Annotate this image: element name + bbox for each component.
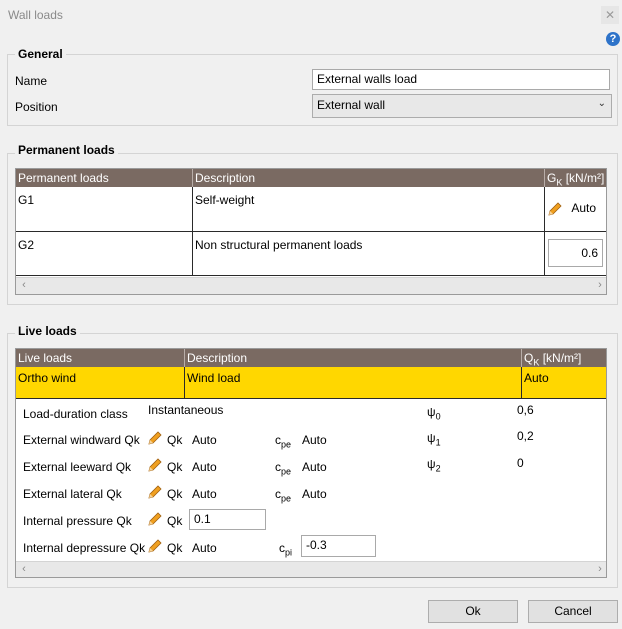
lateral-cpe-value: Auto [302, 487, 327, 501]
live-group-title: Live loads [15, 324, 80, 338]
internal-depressure-qk-label: Qk [167, 541, 183, 555]
cancel-button[interactable]: Cancel [528, 600, 618, 623]
g1-value-text: Auto [571, 201, 597, 216]
ok-button[interactable]: Ok [428, 600, 518, 623]
permanent-col-name[interactable]: Permanent loads [16, 169, 193, 187]
windward-qk-label: Qk [167, 433, 183, 447]
permanent-grid-header: Permanent loads Description GK [kN/m²] [16, 169, 606, 187]
chevron-down-icon: ⌄ [597, 98, 606, 109]
windward-label: External windward Qk [23, 433, 140, 447]
row-g1-value[interactable]: Auto [545, 187, 606, 231]
g2-value-input[interactable]: 0.6 [548, 239, 603, 267]
name-input[interactable]: External walls load [312, 69, 610, 90]
window-title: Wall loads [8, 8, 63, 22]
lateral-label: External lateral Qk [23, 487, 122, 501]
psi0-value: 0,6 [517, 403, 534, 417]
position-select-value: External wall [317, 98, 386, 112]
pencil-icon[interactable] [147, 484, 163, 500]
scroll-right-icon[interactable]: › [592, 562, 606, 577]
leeward-qk-label: Qk [167, 460, 183, 474]
duration-class-value: Instantaneous [148, 403, 224, 417]
leeward-cpe-label: cpe [275, 460, 292, 477]
windward-cpe-value: Auto [302, 433, 327, 447]
windward-cpe-label: cpe [275, 433, 292, 450]
table-row-ortho-wind[interactable]: Ortho wind Wind load Auto [16, 367, 606, 399]
internal-depressure-qk-value: Auto [192, 541, 217, 555]
psi1-label: ψ1 [427, 431, 441, 448]
pencil-icon[interactable] [547, 201, 563, 217]
leeward-label: External leeward Qk [23, 460, 132, 474]
row-g2-value-cell: 0.6 [545, 232, 606, 275]
lateral-qk-label: Qk [167, 487, 183, 501]
row-g2-name: G2 [16, 232, 193, 275]
live-grid: Live loads Description QK [kN/m²] Ortho … [15, 348, 607, 578]
row-g1-description: Self-weight [193, 187, 545, 231]
psi1-value: 0,2 [517, 429, 534, 443]
pencil-icon[interactable] [147, 457, 163, 473]
duration-class-label: Load-duration class [23, 407, 128, 421]
lateral-cpe-label: cpe [275, 487, 292, 504]
internal-pressure-input[interactable]: 0.1 [189, 509, 266, 530]
row-g1-name: G1 [16, 187, 193, 231]
leeward-cpe-value: Auto [302, 460, 327, 474]
pencil-icon[interactable] [147, 511, 163, 527]
ortho-wind-name: Ortho wind [16, 367, 185, 398]
table-row-g1[interactable]: G1 Self-weight Auto [16, 187, 606, 232]
internal-pressure-qk-label: Qk [167, 514, 183, 528]
cpi-input[interactable]: -0.3 [301, 535, 376, 557]
pencil-icon[interactable] [147, 538, 163, 554]
internal-depressure-label: Internal depressure Qk [23, 541, 146, 555]
internal-pressure-label: Internal pressure Qk [23, 514, 132, 528]
position-select[interactable]: External wall ⌄ [312, 94, 612, 118]
permanent-group-title: Permanent loads [15, 143, 118, 157]
live-col-description[interactable]: Description [185, 349, 522, 367]
live-col-name[interactable]: Live loads [16, 349, 185, 367]
live-grid-header: Live loads Description QK [kN/m²] [16, 349, 606, 367]
live-horizontal-scrollbar[interactable]: ‹ › [16, 561, 606, 577]
name-label: Name [15, 74, 48, 88]
title-bar [0, 0, 622, 28]
table-row-g2[interactable]: G2 Non structural permanent loads 0.6 [16, 232, 606, 276]
permanent-grid: Permanent loads Description GK [kN/m²] G… [15, 168, 607, 295]
scroll-left-icon[interactable]: ‹ [16, 278, 32, 294]
row-g2-description: Non structural permanent loads [193, 232, 545, 275]
scroll-right-icon[interactable]: › [592, 278, 606, 294]
permanent-col-value[interactable]: GK [kN/m²] [545, 169, 606, 187]
leeward-qk-value: Auto [192, 460, 217, 474]
cpi-label: cpi [279, 541, 293, 558]
psi0-label: ψ0 [427, 405, 441, 422]
close-icon[interactable]: ✕ [601, 6, 619, 24]
pencil-icon[interactable] [147, 430, 163, 446]
psi2-value: 0 [517, 456, 524, 470]
psi2-label: ψ2 [427, 457, 441, 474]
help-question-icon[interactable]: ? [606, 32, 620, 46]
permanent-col-description[interactable]: Description [193, 169, 545, 187]
scroll-left-icon[interactable]: ‹ [16, 562, 32, 577]
position-label: Position [15, 100, 58, 114]
live-col-value[interactable]: QK [kN/m²] [522, 349, 606, 367]
ortho-wind-value: Auto [524, 371, 549, 385]
ortho-wind-description: Wind load [185, 367, 522, 398]
lateral-qk-value: Auto [192, 487, 217, 501]
windward-qk-value: Auto [192, 433, 217, 447]
general-group-title: General [15, 47, 66, 61]
permanent-horizontal-scrollbar[interactable]: ‹ › [16, 277, 606, 294]
